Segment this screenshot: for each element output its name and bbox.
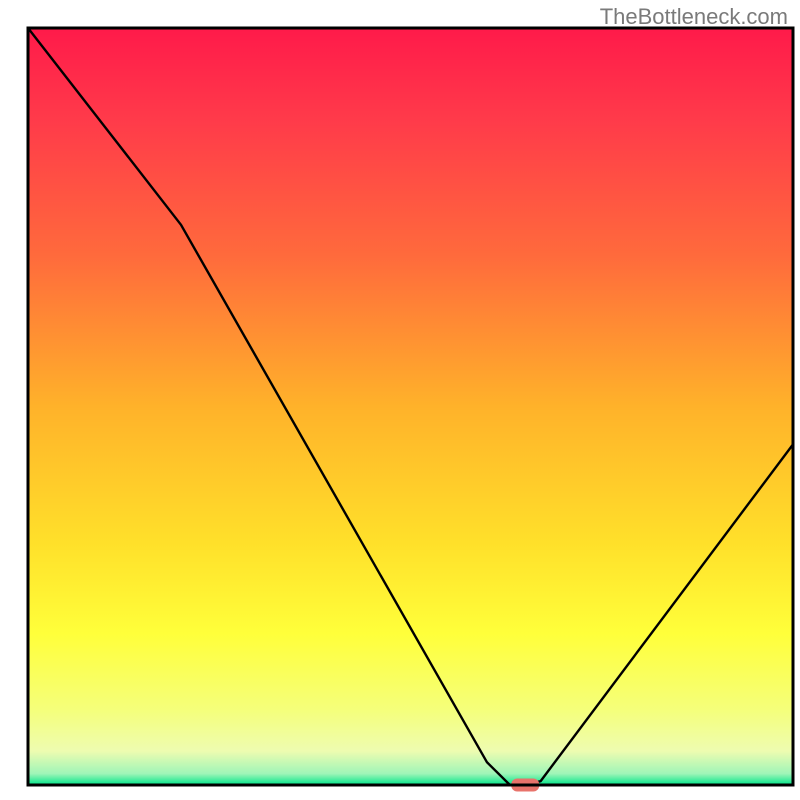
plot-area [28,28,793,792]
watermark-label: TheBottleneck.com [600,4,788,30]
gradient-background [28,28,793,785]
chart-svg [0,0,800,800]
bottleneck-chart: TheBottleneck.com [0,0,800,800]
